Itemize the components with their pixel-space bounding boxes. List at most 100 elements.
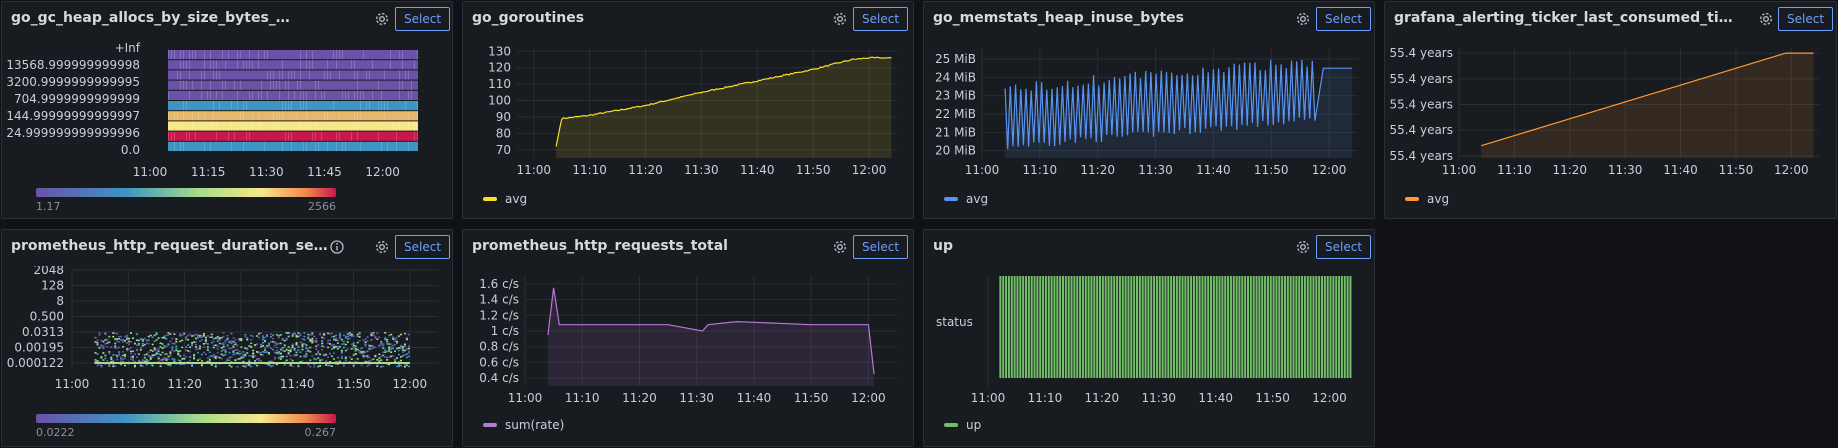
status-bar[interactable]	[1295, 276, 1298, 378]
status-bar[interactable]	[1042, 276, 1045, 378]
panel-header[interactable]: grafana_alerting_ticker_last_consumed_ti…	[1385, 2, 1836, 36]
status-bar[interactable]	[1301, 276, 1304, 378]
status-bar[interactable]	[1247, 276, 1249, 378]
heatmap-band[interactable]	[168, 80, 418, 90]
status-bar[interactable]	[1284, 276, 1286, 378]
status-bar[interactable]	[1053, 276, 1056, 378]
status-bar[interactable]	[1298, 276, 1301, 378]
panel-header[interactable]: go_goroutines Select	[463, 2, 913, 36]
status-bar[interactable]	[1099, 276, 1101, 378]
panel-header[interactable]: go_gc_heap_allocs_by_size_bytes_bucket S…	[2, 2, 452, 36]
status-bar[interactable]	[1201, 276, 1204, 378]
status-bar[interactable]	[1062, 276, 1064, 378]
heatmap-band[interactable]	[168, 50, 418, 60]
gear-icon[interactable]	[374, 11, 390, 27]
heatmap-band[interactable]	[168, 101, 418, 111]
status-bar[interactable]	[1238, 276, 1241, 378]
status-bar[interactable]	[1073, 276, 1076, 378]
status-bar[interactable]	[1113, 276, 1116, 378]
status-bar[interactable]	[1252, 276, 1255, 378]
status-bar[interactable]	[1033, 276, 1036, 378]
select-button[interactable]: Select	[395, 235, 451, 259]
status-bar[interactable]	[1338, 276, 1341, 378]
status-bar[interactable]	[1081, 276, 1084, 378]
status-bar[interactable]	[1289, 276, 1292, 378]
status-bar[interactable]	[1340, 276, 1343, 378]
status-bar[interactable]	[1144, 276, 1147, 378]
status-bar[interactable]	[1025, 276, 1027, 378]
status-bar[interactable]	[1118, 276, 1121, 378]
heatmap-band[interactable]	[168, 141, 418, 151]
status-bar[interactable]	[1047, 276, 1050, 378]
status-bar[interactable]	[1110, 276, 1113, 378]
status-bar[interactable]	[1022, 276, 1025, 378]
status-bar[interactable]	[999, 276, 1002, 378]
heatmap-band[interactable]	[94, 362, 410, 364]
status-bar[interactable]	[1241, 276, 1244, 378]
status-bar[interactable]	[1044, 276, 1047, 378]
status-bar[interactable]	[1101, 276, 1104, 378]
status-bar[interactable]	[1005, 276, 1008, 378]
status-bar[interactable]	[1178, 276, 1181, 378]
status-bar[interactable]	[1093, 276, 1096, 378]
status-bar[interactable]	[1210, 276, 1212, 378]
legend[interactable]: sum(rate)	[483, 417, 564, 433]
status-bar[interactable]	[1212, 276, 1215, 378]
status-bar[interactable]	[1121, 276, 1124, 378]
legend[interactable]: avg	[483, 191, 527, 207]
select-button[interactable]: Select	[853, 235, 909, 259]
status-bar[interactable]	[1019, 276, 1022, 378]
status-bar[interactable]	[1312, 276, 1315, 378]
status-bar[interactable]	[1315, 276, 1318, 378]
status-bar[interactable]	[1269, 276, 1272, 378]
legend[interactable]: up	[944, 417, 981, 433]
select-button[interactable]: Select	[395, 7, 451, 31]
status-bar[interactable]	[1027, 276, 1030, 378]
status-bar[interactable]	[1013, 276, 1016, 378]
status-bar[interactable]	[1155, 276, 1158, 378]
status-bar[interactable]	[1281, 276, 1284, 378]
heatmap-band[interactable]	[168, 70, 418, 80]
status-bar[interactable]	[1064, 276, 1067, 378]
status-bar[interactable]	[1010, 276, 1013, 378]
status-bar[interactable]	[1258, 276, 1261, 378]
status-bar[interactable]	[1002, 276, 1005, 378]
status-bar[interactable]	[1084, 276, 1087, 378]
status-bar[interactable]	[1192, 276, 1195, 378]
panel-header[interactable]: prometheus_http_requests_total Select	[463, 230, 913, 264]
status-bar[interactable]	[1218, 276, 1221, 378]
heatmap-band[interactable]	[168, 131, 418, 141]
status-bar[interactable]	[1292, 276, 1295, 378]
heatmap-band[interactable]	[168, 111, 418, 121]
heatmap-band[interactable]	[168, 121, 418, 131]
gear-icon[interactable]	[832, 239, 848, 255]
status-bar[interactable]	[1232, 276, 1235, 378]
select-button[interactable]: Select	[853, 7, 909, 31]
status-bar[interactable]	[1306, 276, 1309, 378]
gear-icon[interactable]	[1295, 11, 1311, 27]
gear-icon[interactable]	[1295, 239, 1311, 255]
status-bar[interactable]	[1272, 276, 1275, 378]
gear-icon[interactable]	[1758, 11, 1774, 27]
status-bar[interactable]	[1261, 276, 1264, 378]
status-bar[interactable]	[1198, 276, 1201, 378]
status-bar[interactable]	[1207, 276, 1210, 378]
status-bar[interactable]	[1076, 276, 1079, 378]
status-bar[interactable]	[1136, 276, 1138, 378]
status-bar[interactable]	[1170, 276, 1173, 378]
status-bar[interactable]	[1346, 276, 1349, 378]
status-bar[interactable]	[1175, 276, 1178, 378]
heatmap-band[interactable]	[168, 60, 418, 70]
status-bar[interactable]	[1079, 276, 1082, 378]
status-bar[interactable]	[1303, 276, 1306, 378]
status-bar[interactable]	[1173, 276, 1175, 378]
status-bar[interactable]	[1195, 276, 1198, 378]
status-bar[interactable]	[1190, 276, 1193, 378]
status-bar[interactable]	[1016, 276, 1019, 378]
status-bar[interactable]	[1067, 276, 1070, 378]
status-bar[interactable]	[1343, 276, 1346, 378]
status-bar[interactable]	[1130, 276, 1133, 378]
panel-header[interactable]: up Select	[924, 230, 1374, 264]
status-bar[interactable]	[1007, 276, 1010, 378]
status-bar[interactable]	[1039, 276, 1042, 378]
